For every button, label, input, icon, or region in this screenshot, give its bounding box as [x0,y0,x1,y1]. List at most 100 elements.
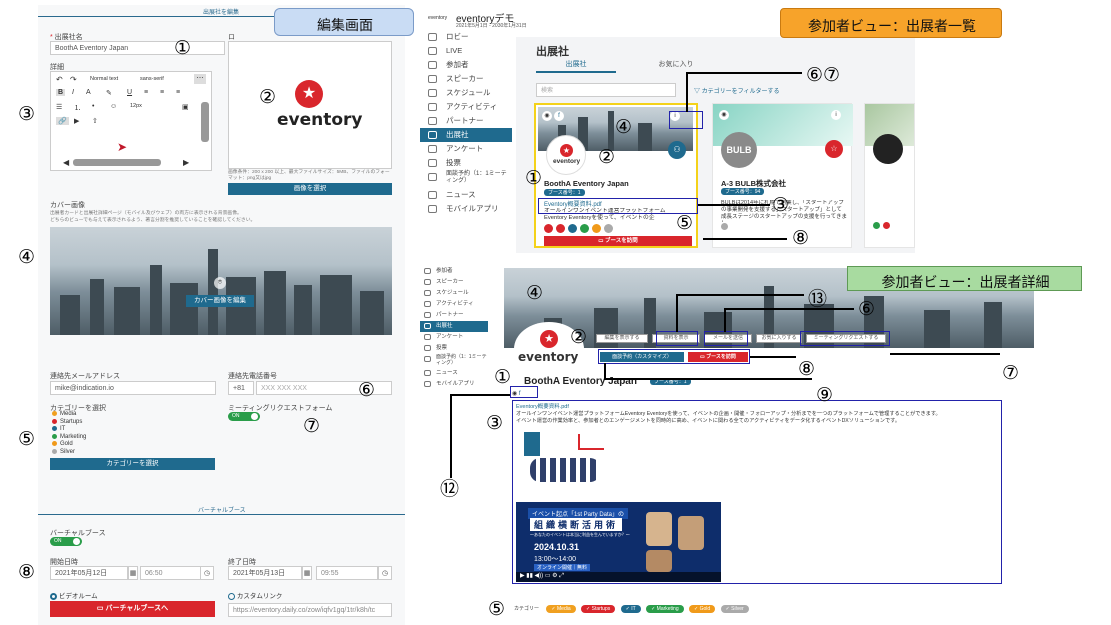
nav-item-meetings[interactable]: 面談予約（1：1ミーティング） [420,354,488,368]
list-search-input[interactable]: 検索 [536,83,676,97]
category-item[interactable]: Marketing [52,433,132,442]
exhibitor-card-2[interactable]: ◉ i BULB ☆ A-3 BULB株式会社 ブース番号：94 BULBは20… [712,103,853,248]
card-2-meeting-icon[interactable]: ☆ [825,140,843,158]
nav-item-lobby[interactable]: ロビー [420,30,512,44]
video-controls[interactable]: ▶ ▮▮ ◀)) ▭ ⚙ ⤢ [516,572,721,582]
align-left-icon[interactable]: ≡ [144,89,148,96]
detail-file[interactable]: Eventory概要資料.pdf [516,402,569,410]
cover-edit-button[interactable]: カバー画像を編集 [186,295,254,307]
card-1-meeting-icon[interactable]: ⚇ [668,141,686,159]
start-time-input[interactable]: 06:50 [140,566,202,580]
bullet-list-icon[interactable]: • [92,103,94,110]
text-color-icon[interactable]: A [86,89,91,96]
card-1-facebook-icon[interactable]: f [554,111,564,121]
nav-item-news[interactable]: ニュース [420,188,512,202]
virtual-booth-button[interactable]: ▭ バーチャルブースへ [50,601,215,617]
category-item[interactable]: Silver [52,448,132,457]
card-1-eye-icon[interactable]: ◉ [542,111,552,121]
undo-icon[interactable]: ↶ [56,75,63,84]
marker-4-list: ④ [615,116,633,138]
underline-icon[interactable]: U [127,89,132,96]
end-date-input[interactable]: 2021年05月13日 [228,566,302,580]
detail-video[interactable]: イベント起点「1st Party Data」の 組織横断活用術 〜あなたのイベン… [516,502,721,582]
highlight-icon[interactable]: ✎ [106,89,112,97]
video-icon[interactable]: ▶ [74,117,79,125]
custom-link-radio[interactable]: カスタムリンク [228,590,282,600]
filter-toggle[interactable]: ▽ カテゴリーをフィルターする [694,86,780,95]
text-style-select[interactable]: Normal text [90,76,118,82]
nav-item-poll[interactable]: 投票 [420,343,488,354]
nav-item-mobile[interactable]: モバイルアプリ [420,202,512,216]
start-date-cal-icon[interactable]: ▦ [128,566,138,580]
category-select-button[interactable]: カテゴリーを選択 [50,458,215,470]
nav-item-meetings[interactable]: 面談予約（1：1ミーティング） [420,170,512,188]
favorite-button[interactable]: お気に入りする [756,334,802,343]
card-2-eye-icon[interactable]: ◉ [719,110,729,120]
category-item[interactable]: Media [52,411,132,419]
name-input[interactable]: BoothA Eventory Japan [50,41,225,55]
nav-item-news[interactable]: ニュース [420,368,488,379]
nav-item-exhibitors[interactable]: 出展社 [420,321,488,332]
tab-exhibitors[interactable]: 出展社 [536,59,616,73]
align-right-icon[interactable]: ≡ [176,89,180,96]
phone-code-input[interactable]: +81 [228,381,254,395]
nav-item-activity[interactable]: アクティビティ [420,100,512,114]
email-input[interactable]: mike@indication.io [50,381,216,395]
nav-item-survey[interactable]: アンケート [420,142,512,156]
tab-favorites[interactable]: お気に入り [636,59,716,73]
font-size-select[interactable]: 12px [130,103,142,109]
nav-item-survey[interactable]: アンケート [420,332,488,343]
list-sidebar: ロビー LIVE 参加者 スピーカー スケジュール アクティビティ パートナー … [420,30,515,225]
nav-item-poll[interactable]: 投票 [420,156,512,170]
nav-item-mobile[interactable]: モバイルアプリ [420,379,488,390]
font-family-select[interactable]: sans-serif [140,76,164,82]
link-icon[interactable]: 🔗 [56,117,69,125]
nav-item-partners[interactable]: パートナー [420,310,488,321]
ordered-list-icon[interactable]: ⒈ [74,103,81,113]
end-date-cal-icon[interactable]: ▦ [302,566,312,580]
end-time-clock-icon[interactable]: ◷ [378,566,392,580]
upload-icon[interactable]: ⇧ [92,117,98,125]
nav-item-schedule[interactable]: スケジュール [420,288,488,299]
more-icon[interactable]: ⋯ [194,74,206,84]
align-center-icon[interactable]: ≡ [160,89,164,96]
share-button[interactable]: 編集を表示する [596,334,648,343]
nav-item-attendees[interactable]: 参加者 [420,266,488,277]
meeting-toggle[interactable]: ON [228,412,260,421]
exhibitor-card-3[interactable] [864,103,915,248]
camera-icon[interactable]: ⌾ [214,277,226,289]
image-icon[interactable]: ▣ [182,103,189,111]
category-item[interactable]: Gold [52,441,132,449]
editor-scrollbar-h[interactable]: ◀ ▶ [63,158,189,167]
start-date-input[interactable]: 2021年05月12日 [50,566,128,580]
marker-7-edit: ⑦ [303,415,321,437]
editor-scrollbar-v[interactable] [201,102,209,142]
nav-item-live[interactable]: LIVE [420,44,512,58]
logo-box[interactable]: ★ eventory [228,41,392,169]
card-2-info-icon[interactable]: i [831,110,841,120]
nav-item-schedule[interactable]: スケジュール [420,86,512,100]
redo-icon[interactable]: ↷ [70,75,77,84]
italic-icon[interactable]: I [72,89,74,96]
nav-item-partners[interactable]: パートナー [420,114,512,128]
virtual-toggle[interactable]: ON [50,537,82,546]
category-item[interactable]: Startups [52,418,132,427]
detail-desc-2: イベント運営の作業効率と、参加者とのエンゲージメントを同時的に高め、イベントに関… [516,418,901,424]
nav-item-exhibitors[interactable]: 出展社 [420,128,512,142]
bold-icon[interactable]: B [56,89,66,96]
video-room-radio[interactable]: ビデオルーム [50,590,98,600]
category-tag: ✓ Startups [581,605,616,613]
category-item[interactable]: IT [52,426,132,434]
nav-item-speakers[interactable]: スピーカー [420,277,488,288]
logo-select-button[interactable]: 画像を選択 [228,183,392,195]
card-1-visit-button[interactable]: ▭ ブースを訪問 [544,236,692,246]
nav-item-speakers[interactable]: スピーカー [420,72,512,86]
custom-link-input[interactable]: https://eventory.daily.co/zow/iqfv1gq/1t… [228,603,392,617]
list-brand: eventory [428,15,448,21]
justify-icon[interactable]: ☰ [56,103,62,111]
nav-item-attendees[interactable]: 参加者 [420,58,512,72]
emoji-icon[interactable]: ☺ [110,103,117,110]
nav-item-activity[interactable]: アクティビティ [420,299,488,310]
end-time-input[interactable]: 09:55 [316,566,378,580]
start-time-clock-icon[interactable]: ◷ [200,566,214,580]
